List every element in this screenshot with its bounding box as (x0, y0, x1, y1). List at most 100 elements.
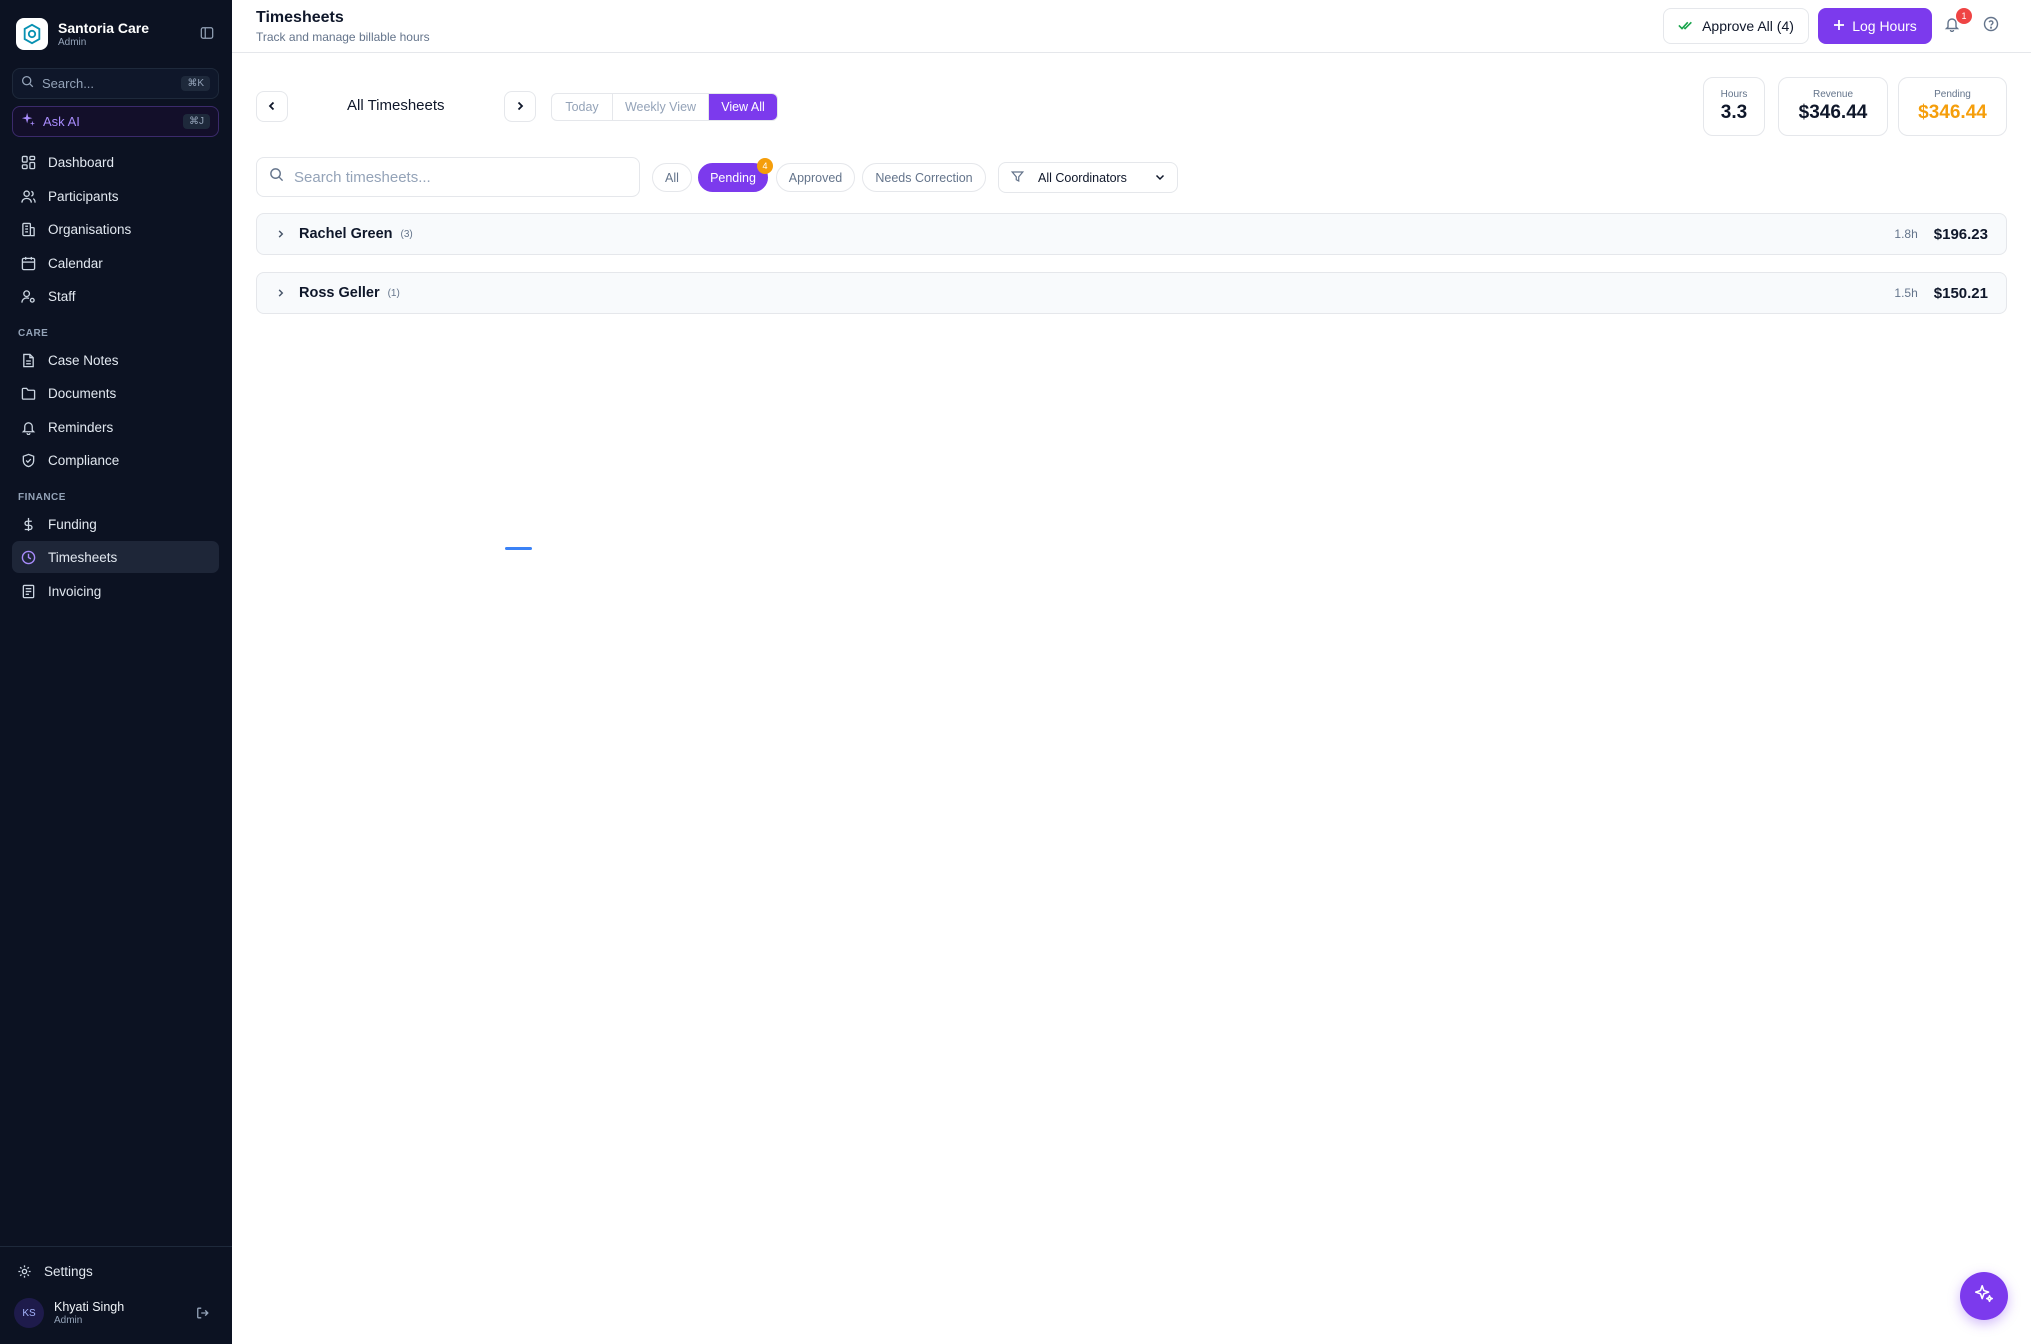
filter-needs-correction[interactable]: Needs Correction (862, 163, 986, 192)
nav-documents[interactable]: Documents (12, 377, 219, 409)
stat-revenue-value: $346.44 (1798, 102, 1868, 123)
page-subtitle: Track and manage billable hours (256, 30, 430, 44)
nav-label: Funding (48, 516, 97, 532)
logout-icon[interactable] (196, 1306, 212, 1322)
previous-period-button[interactable] (256, 91, 288, 122)
group-amount: $196.23 (1933, 225, 1988, 243)
building-icon (20, 221, 36, 237)
ai-assistant-button[interactable] (1960, 1272, 2008, 1320)
nav-label: Settings (44, 1263, 93, 1279)
pending-count-badge: 4 (757, 158, 773, 174)
sidebar-search[interactable]: Search... ⌘K (12, 68, 219, 99)
nav-timesheets[interactable]: Timesheets (12, 541, 219, 573)
view-all[interactable]: View All (709, 94, 777, 120)
page-title: Timesheets (256, 9, 344, 26)
nav-staff[interactable]: Staff (12, 280, 219, 312)
nav-label: Case Notes (48, 352, 119, 368)
entry-count: (3) (400, 228, 413, 240)
search-shortcut: ⌘K (181, 76, 210, 91)
avatar: KS (14, 1298, 44, 1328)
stat-hours-value: 3.3 (1720, 102, 1748, 123)
stat-revenue-label: Revenue (1812, 89, 1854, 100)
timesheet-search-input[interactable]: Search timesheets... (256, 157, 640, 197)
dollar-icon (20, 516, 36, 532)
nav-label: Organisations (48, 221, 132, 237)
nav-dashboard[interactable]: Dashboard (12, 146, 219, 178)
stat-revenue: Revenue $346.44 (1778, 77, 1888, 136)
bell-icon (20, 419, 36, 435)
clock-icon (20, 549, 36, 565)
stat-pending-value: $346.44 (1918, 102, 1987, 123)
participant-group[interactable]: Rachel Green (3) 1.8h $196.23 (256, 213, 2007, 255)
user-profile[interactable]: KS Khyati Singh Admin (14, 1298, 124, 1328)
group-amount: $150.21 (1933, 284, 1988, 302)
sparkles-icon (1973, 1283, 1995, 1310)
participant-group[interactable]: Ross Geller (1) 1.5h $150.21 (256, 272, 2007, 314)
sidebar-search-placeholder: Search... (42, 76, 95, 91)
users-icon (20, 188, 36, 204)
nav-label: Participants (48, 188, 119, 204)
brand[interactable]: Santoria Care Admin (16, 18, 149, 50)
filter-all[interactable]: All (652, 163, 692, 192)
chevron-left-icon (267, 98, 277, 116)
nav-label: Calendar (48, 255, 103, 271)
stat-hours: Hours 3.3 (1703, 77, 1765, 136)
chevron-right-icon[interactable] (273, 286, 287, 300)
entry-count: (1) (387, 287, 400, 299)
top-header: Timesheets Track and manage billable hou… (232, 0, 2031, 53)
nav-compliance[interactable]: Compliance (12, 444, 219, 476)
user-cog-icon (20, 288, 36, 304)
nav-reminders[interactable]: Reminders (12, 411, 219, 443)
view-weekly[interactable]: Weekly View (613, 94, 709, 120)
next-period-button[interactable] (504, 91, 536, 122)
sparkles-icon (21, 112, 35, 131)
participant-name: Rachel Green (299, 226, 393, 242)
help-icon[interactable] (1983, 16, 2001, 34)
file-text-icon (20, 352, 36, 368)
chevron-right-icon[interactable] (273, 227, 287, 241)
period-label: All Timesheets (347, 97, 445, 114)
view-toggle: Today Weekly View View All (551, 93, 778, 121)
sidebar-toggle-icon[interactable] (198, 24, 216, 42)
stat-pending: Pending $346.44 (1898, 77, 2007, 136)
plus-icon (1833, 18, 1845, 34)
stat-pending-label: Pending (1934, 89, 1971, 100)
timesheet-search-placeholder: Search timesheets... (294, 168, 431, 186)
group-hours: 1.8h (1894, 227, 1918, 241)
nav-label: Timesheets (48, 549, 118, 565)
nav-label: Dashboard (48, 154, 115, 170)
log-hours-label: Log Hours (1852, 18, 1917, 34)
approve-all-label: Approve All (4) (1702, 18, 1794, 34)
group-hours: 1.5h (1894, 286, 1918, 300)
receipt-icon (20, 583, 36, 599)
sidebar-divider (0, 1246, 232, 1247)
filter-icon (1010, 170, 1025, 186)
nav-funding[interactable]: Funding (12, 508, 219, 540)
nav-label: Reminders (48, 419, 114, 435)
notification-badge: 1 (1956, 8, 1972, 24)
nav-label: Compliance (48, 452, 120, 468)
user-name: Khyati Singh (54, 1299, 125, 1314)
ask-ai-button[interactable]: Ask AI ⌘J (12, 106, 219, 137)
nav-label: Documents (48, 385, 117, 401)
chevron-right-icon (515, 98, 525, 116)
folder-icon (20, 385, 36, 401)
approve-all-button[interactable]: Approve All (4) (1663, 8, 1809, 44)
nav-organisations[interactable]: Organisations (12, 213, 219, 245)
shield-icon (20, 452, 36, 468)
log-hours-button[interactable]: Log Hours (1818, 8, 1932, 44)
view-today[interactable]: Today (552, 94, 613, 120)
nav-case-notes[interactable]: Case Notes (12, 344, 219, 376)
nav-label: Staff (48, 288, 76, 304)
ask-ai-label: Ask AI (43, 114, 80, 129)
section-care: CARE (18, 328, 49, 339)
brand-name: Santoria Care (58, 20, 150, 36)
coordinator-select[interactable]: All Coordinators (998, 162, 1178, 193)
section-finance: FINANCE (18, 492, 66, 503)
nav-invoicing[interactable]: Invoicing (12, 575, 219, 607)
filter-approved[interactable]: Approved (776, 163, 855, 192)
nav-calendar[interactable]: Calendar (12, 247, 219, 279)
user-role: Admin (54, 1314, 83, 1326)
nav-participants[interactable]: Participants (12, 180, 219, 212)
nav-settings[interactable]: Settings (8, 1255, 215, 1287)
